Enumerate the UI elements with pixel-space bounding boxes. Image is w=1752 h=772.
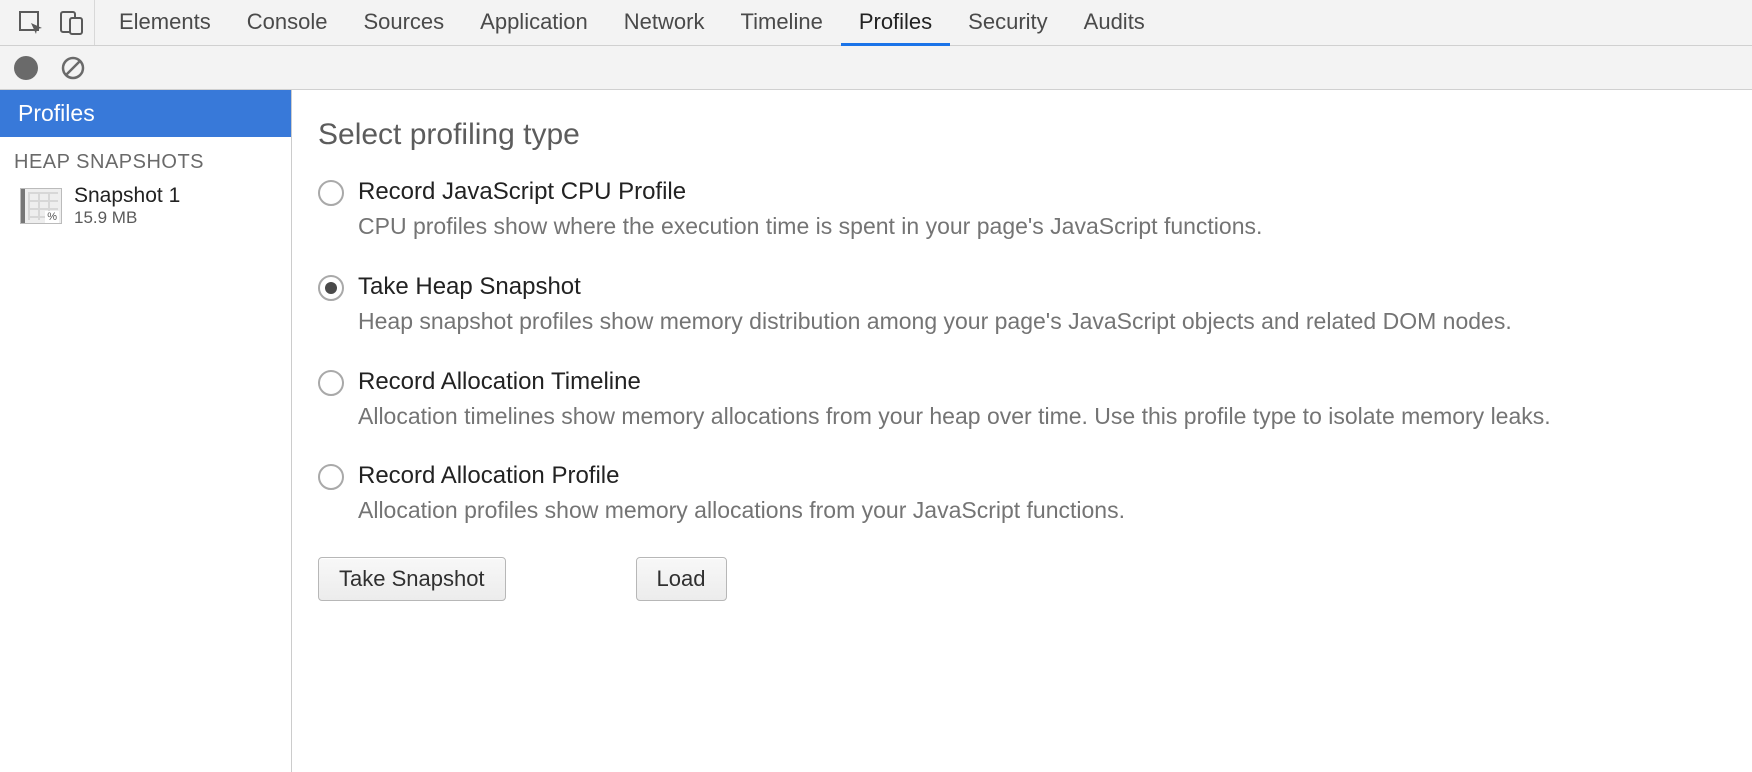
load-button[interactable]: Load xyxy=(636,557,727,601)
devtools-tabs: ElementsConsoleSourcesApplicationNetwork… xyxy=(101,0,1163,45)
profile-type-option[interactable]: Take Heap Snapshot Heap snapshot profiles… xyxy=(318,273,1726,358)
option-text: Record Allocation Timeline Allocation tim… xyxy=(358,368,1551,453)
option-description: Allocation timelines show memory allocat… xyxy=(358,402,1551,431)
snapshot-thumbnail-icon xyxy=(20,188,62,224)
sidebar-header[interactable]: Profiles xyxy=(0,90,291,137)
radio-icon[interactable] xyxy=(318,275,344,301)
profile-type-option[interactable]: Record JavaScript CPU Profile CPU profile… xyxy=(318,178,1726,263)
clear-icon[interactable] xyxy=(60,55,86,81)
option-description: Heap snapshot profiles show memory distr… xyxy=(358,307,1512,336)
take-snapshot-button[interactable]: Take Snapshot xyxy=(318,557,506,601)
radio-icon[interactable] xyxy=(318,464,344,490)
option-title: Record JavaScript CPU Profile xyxy=(358,178,1262,206)
tab-application[interactable]: Application xyxy=(462,1,606,46)
tab-sources[interactable]: Sources xyxy=(345,1,462,46)
devtools-tabbar: ElementsConsoleSourcesApplicationNetwork… xyxy=(0,0,1752,46)
profiles-main: Select profiling type Record JavaScript … xyxy=(292,90,1752,772)
option-text: Record Allocation Profile Allocation prof… xyxy=(358,462,1125,547)
profile-type-option[interactable]: Record Allocation Timeline Allocation tim… xyxy=(318,368,1726,453)
option-title: Record Allocation Profile xyxy=(358,462,1125,490)
option-title: Take Heap Snapshot xyxy=(358,273,1512,301)
radio-icon[interactable] xyxy=(318,180,344,206)
option-title: Record Allocation Timeline xyxy=(358,368,1551,396)
tab-network[interactable]: Network xyxy=(606,1,723,46)
tab-timeline[interactable]: Timeline xyxy=(722,1,840,46)
option-text: Take Heap Snapshot Heap snapshot profiles… xyxy=(358,273,1512,358)
toggle-device-icon[interactable] xyxy=(58,10,84,36)
tab-elements[interactable]: Elements xyxy=(101,1,229,46)
button-row: Take Snapshot Load xyxy=(318,557,1726,601)
tab-audits[interactable]: Audits xyxy=(1066,1,1163,46)
tabbar-tool-icons xyxy=(8,0,95,45)
snapshot-size: 15.9 MB xyxy=(74,208,180,228)
profiles-toolbar xyxy=(0,46,1752,90)
tab-console[interactable]: Console xyxy=(229,1,346,46)
snapshot-name: Snapshot 1 xyxy=(74,184,180,208)
snapshot-text: Snapshot 1 15.9 MB xyxy=(74,184,180,228)
tab-profiles[interactable]: Profiles xyxy=(841,1,950,46)
tab-security[interactable]: Security xyxy=(950,1,1065,46)
radio-icon[interactable] xyxy=(318,370,344,396)
snapshot-item[interactable]: Snapshot 1 15.9 MB xyxy=(0,180,291,232)
option-description: CPU profiles show where the execution ti… xyxy=(358,212,1262,241)
option-text: Record JavaScript CPU Profile CPU profile… xyxy=(358,178,1262,263)
profiles-sidebar: Profiles HEAP SNAPSHOTS Snapshot 1 15.9 … xyxy=(0,90,292,772)
record-icon[interactable] xyxy=(14,56,38,80)
profile-type-option[interactable]: Record Allocation Profile Allocation prof… xyxy=(318,462,1726,547)
page-title: Select profiling type xyxy=(318,118,1726,152)
inspect-element-icon[interactable] xyxy=(18,10,44,36)
option-description: Allocation profiles show memory allocati… xyxy=(358,496,1125,525)
sidebar-group-title: HEAP SNAPSHOTS xyxy=(0,137,291,180)
